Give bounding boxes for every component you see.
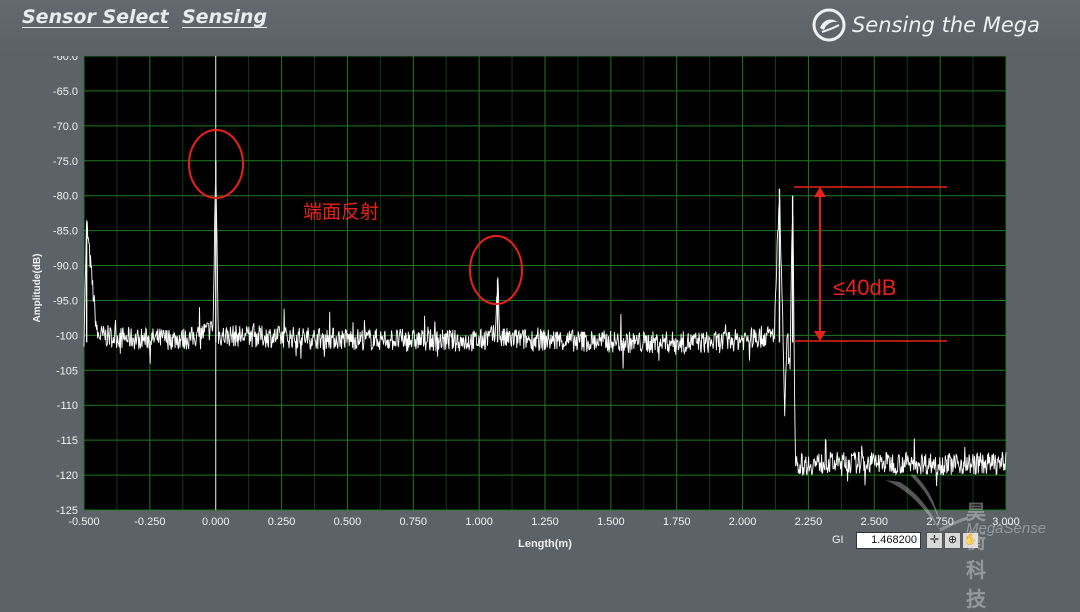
dynamic-range-label: ≤40dB (833, 275, 896, 300)
y-tick-label: -115 (57, 435, 78, 447)
brand-name: Sensing the Mega (851, 13, 1040, 37)
x-tick-label: 2.500 (861, 516, 889, 528)
x-tick-labels: -0.500 -0.250 0.000 0.250 0.500 0.750 1.000 1.2… (68, 516, 1019, 528)
brand-icon (812, 8, 846, 42)
gi-value-field[interactable]: 1.468200 (856, 532, 921, 549)
plot-area: -60.0 -65.0 -70.0 -75.0 -80.0 -85.0 -90.0 -95.0… (0, 51, 1080, 552)
x-tick-label: 3.000 (992, 516, 1020, 528)
x-axis-label: Length(m) (518, 538, 572, 550)
y-tick-label: -80.0 (53, 191, 78, 203)
end-face-label: 端面反射 (303, 201, 379, 223)
x-tick-label: 2.750 (926, 516, 954, 528)
y-tick-labels: -60.0 -65.0 -70.0 -75.0 -80.0 -85.0 -90.0 -95.0… (53, 51, 78, 517)
x-tick-label: 1.500 (597, 516, 625, 528)
y-tick-label: -95.0 (53, 295, 78, 307)
pan-hand-icon[interactable]: ✋ (962, 532, 979, 549)
tab-sensor-select[interactable]: Sensor Select (22, 6, 169, 28)
x-tick-label: 1.750 (663, 516, 691, 528)
y-tick-label: -75.0 (53, 156, 78, 168)
y-tick-label: -60.0 (53, 56, 78, 63)
y-tick-label: -120 (56, 470, 78, 482)
chart-svg: -60.0 -65.0 -70.0 -75.0 -80.0 -85.0 -90.0 -95.0… (32, 51, 1020, 550)
y-tick-label: -110 (57, 400, 78, 412)
y-tick-label: -90.0 (53, 261, 78, 273)
x-tick-label: 0.500 (334, 516, 362, 528)
y-tick-label: -105 (56, 365, 78, 377)
y-tick-label: -70.0 (53, 121, 78, 133)
y-axis-label: Amplitude(dB) (32, 254, 43, 323)
top-bar: Sensor Select Sensing Sensing the Mega (0, 0, 1080, 56)
x-tick-label: 0.750 (400, 516, 428, 528)
zoom-tool-icon[interactable]: ⊕ (944, 532, 961, 549)
x-tick-label: -0.250 (134, 516, 165, 528)
x-tick-label: 1.250 (531, 516, 559, 528)
gi-label: GI (832, 534, 844, 546)
x-tick-label: 0.000 (202, 516, 230, 528)
x-tick-label: -0.500 (68, 516, 99, 528)
x-tick-label: 2.250 (795, 516, 823, 528)
y-tick-label: -85.0 (53, 226, 78, 238)
brand-logo: Sensing the Mega (812, 8, 1040, 42)
tab-sensing[interactable]: Sensing (182, 6, 267, 28)
y-tick-label: -100 (56, 330, 78, 342)
x-tick-label: 1.000 (465, 516, 493, 528)
crosshair-tool-icon[interactable]: ✛ (926, 532, 943, 549)
x-tick-label: 0.250 (268, 516, 296, 528)
x-tick-label: 2.000 (729, 516, 757, 528)
y-tick-label: -65.0 (53, 86, 78, 98)
